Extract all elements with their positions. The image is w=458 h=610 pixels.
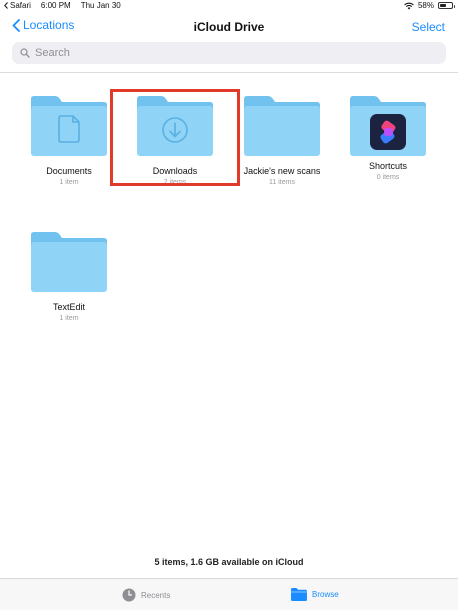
- folder-item-jackies-new-scans[interactable]: Jackie's new scans 11 items: [232, 96, 332, 186]
- status-app-name: Safari: [10, 1, 31, 10]
- item-name: TextEdit: [52, 302, 85, 312]
- folder-icon: [31, 96, 107, 156]
- search-icon: [20, 48, 30, 58]
- search-input[interactable]: [35, 47, 415, 59]
- tab-browse[interactable]: Browse: [291, 588, 339, 601]
- item-count: 2 items: [163, 179, 187, 186]
- battery-icon: [438, 2, 455, 9]
- storage-summary: 5 items, 1.6 GB available on iCloud: [154, 557, 304, 567]
- folder-icon: [31, 232, 107, 292]
- item-count: 1 item: [59, 315, 79, 322]
- folder-icon: [350, 96, 426, 156]
- shortcuts-app-icon: [370, 114, 406, 150]
- page-title: iCloud Drive: [193, 20, 265, 34]
- wifi-icon: [404, 2, 414, 9]
- folder-icon: [137, 96, 213, 156]
- folder-item-shortcuts[interactable]: Shortcuts 0 items: [338, 96, 438, 181]
- small-back-icon: [4, 2, 8, 9]
- folder-icon: [244, 96, 320, 156]
- tab-label: Recents: [141, 590, 171, 600]
- header-divider: [0, 72, 458, 73]
- item-name: Downloads: [152, 166, 198, 176]
- tab-label: Browse: [312, 590, 339, 599]
- status-bar: Safari 6:00 PM Thu Jan 30 58%: [0, 0, 458, 12]
- navigation-bar: Locations iCloud Drive Select: [0, 14, 458, 40]
- battery-percent: 58%: [417, 1, 434, 10]
- clock-icon: [122, 588, 136, 602]
- item-name: Jackie's new scans: [243, 166, 321, 176]
- tab-bar: Recents Browse: [0, 578, 458, 610]
- item-name: Documents: [46, 166, 92, 176]
- folder-item-downloads[interactable]: Downloads 2 items: [125, 96, 225, 186]
- select-button[interactable]: Select: [412, 20, 445, 34]
- folder-icon: [291, 588, 307, 601]
- item-count: 11 items: [269, 179, 295, 186]
- tab-recents[interactable]: Recents: [122, 588, 170, 602]
- folder-item-documents[interactable]: Documents 1 item: [19, 96, 119, 186]
- folder-item-textedit[interactable]: TextEdit 1 item: [19, 232, 119, 322]
- status-date: Thu Jan 30: [80, 1, 121, 10]
- back-to-app[interactable]: Safari: [4, 1, 31, 10]
- item-count: 1 item: [59, 179, 79, 186]
- search-bar[interactable]: [12, 42, 446, 64]
- item-count: 0 items: [376, 174, 400, 181]
- item-name: Shortcuts: [368, 161, 408, 171]
- status-time: 6:00 PM: [40, 1, 71, 10]
